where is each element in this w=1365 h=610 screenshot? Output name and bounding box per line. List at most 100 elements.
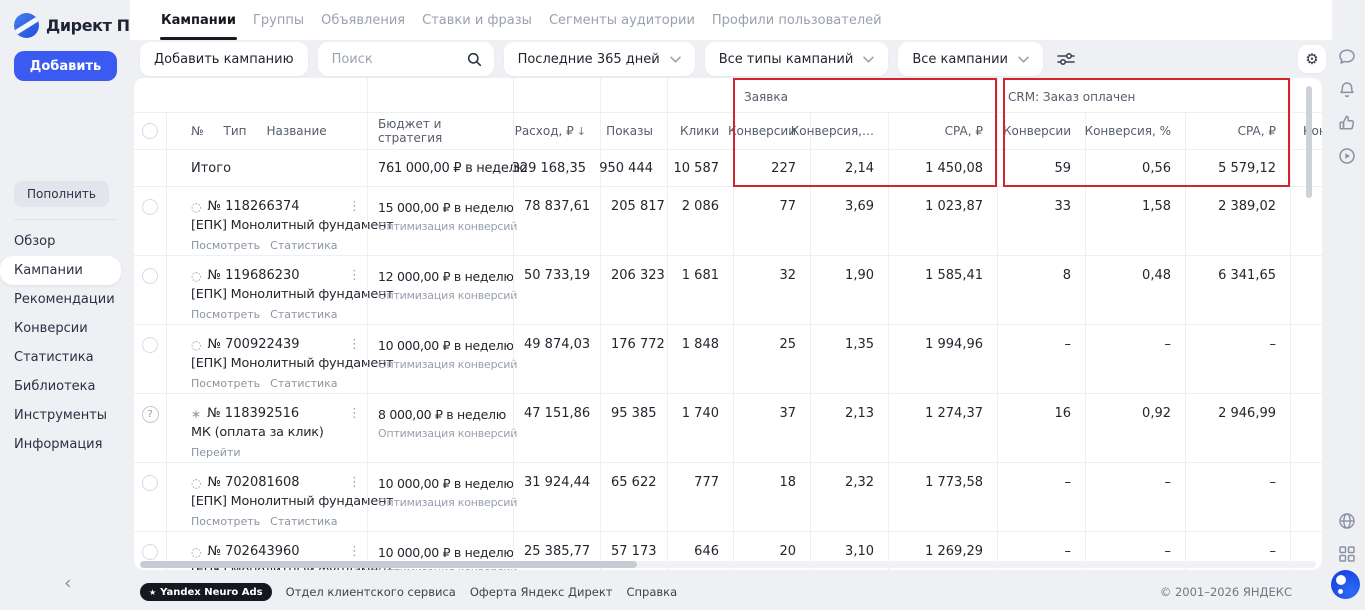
thumbs-up-icon[interactable] <box>1337 112 1358 133</box>
cell-convpct1: 2,32 <box>810 463 888 531</box>
row-checkbox[interactable] <box>142 337 158 353</box>
cell-cpa1: 1 773,58 <box>888 463 997 531</box>
sidebar-item[interactable]: Кампании <box>0 256 121 285</box>
cell-cpa1: 1 274,37 <box>888 394 997 462</box>
services-grid-icon[interactable] <box>1337 543 1358 564</box>
row-menu-icon[interactable] <box>348 337 361 352</box>
col-header-cpa1[interactable]: CPA, ₽ <box>888 113 997 149</box>
filter-dropdown[interactable]: Все типы кампаний <box>704 42 889 76</box>
video-play-icon[interactable] <box>1337 145 1358 166</box>
totals-spend: 329 168,35 <box>512 150 600 186</box>
sidebar-item[interactable]: Обзор <box>0 227 121 256</box>
search-input[interactable] <box>331 51 450 67</box>
row-link[interactable]: Посмотреть <box>191 308 260 321</box>
footer-link[interactable]: Отдел клиентского сервиса <box>286 585 456 599</box>
row-menu-icon[interactable] <box>348 406 361 421</box>
row-link[interactable]: Перейти <box>191 446 241 459</box>
globe-icon[interactable] <box>1337 510 1358 531</box>
row-menu-icon[interactable] <box>348 268 361 283</box>
row-checkbox[interactable] <box>142 475 158 491</box>
topup-button[interactable]: Пополнить <box>14 181 109 207</box>
add-button[interactable]: Добавить <box>14 51 117 81</box>
sidebar-item[interactable]: Конверсии <box>0 314 121 343</box>
row-checkbox[interactable] <box>142 268 158 284</box>
sidebar-item[interactable]: Инструменты <box>0 401 121 430</box>
totals-label: Итого <box>166 150 367 186</box>
table-row: ◌ № 119686230 [ЕПК] Монолитный фундамент… <box>134 256 1322 325</box>
footer-link[interactable]: Оферта Яндекс Директ <box>470 585 613 599</box>
tab[interactable]: Группы <box>253 13 304 28</box>
horizontal-scrollbar-thumb[interactable] <box>140 561 637 568</box>
column-group-zayavka: Заявка <box>733 78 810 112</box>
cell-conv2: 33 <box>997 187 1085 255</box>
cell-clicks: 1 681 <box>667 256 733 324</box>
row-link[interactable]: Посмотреть <box>191 515 260 528</box>
campaign-status-icon: ◌ <box>191 337 202 352</box>
table-row: ◌ № 118266374 [ЕПК] Монолитный фундамент… <box>134 187 1322 256</box>
footer-link[interactable]: Справка <box>626 585 677 599</box>
row-link[interactable]: Статистика <box>270 377 337 390</box>
sidebar-item[interactable]: Библиотека <box>0 372 121 401</box>
campaign-number: № 119686230 <box>207 268 300 283</box>
campaign-number: № 118392516 <box>207 406 300 421</box>
search-box[interactable] <box>317 42 494 76</box>
table-settings-button[interactable] <box>1298 45 1326 73</box>
row-checkbox[interactable] <box>142 199 158 215</box>
col-header-shows[interactable]: Показы <box>600 113 667 149</box>
campaign-strategy: Оптимизация конверсий <box>378 289 518 302</box>
campaign-name: [ЕПК] Монолитный фундамент <box>191 356 394 371</box>
row-link[interactable]: Посмотреть <box>191 239 260 252</box>
row-menu-icon[interactable] <box>348 475 361 490</box>
cell-conv1: 77 <box>733 187 810 255</box>
sidebar-nav: Обзор Кампании Рекомендации Конверсии Ст… <box>0 227 130 459</box>
assistant-bubble-button[interactable] <box>1331 570 1360 599</box>
col-header-spend[interactable]: Расход, ₽ <box>513 113 600 149</box>
neuro-ads-badge[interactable]: ★ Yandex Neuro Ads <box>140 583 272 601</box>
col-header-convpct2[interactable]: Конверсия, % <box>1085 113 1185 149</box>
filter-dropdown[interactable]: Последние 365 дней <box>503 42 695 76</box>
column-group-crm: CRM: Заказ оплачен <box>997 78 1135 112</box>
horizontal-scrollbar[interactable] <box>140 561 1316 568</box>
row-menu-icon[interactable] <box>348 199 361 214</box>
cell-cpa2: 6 341,65 <box>1185 256 1290 324</box>
sidebar-item[interactable]: Статистика <box>0 343 121 372</box>
cell-shows: 95 385 <box>600 394 667 462</box>
tab[interactable]: Профили пользователей <box>712 13 882 28</box>
sidebar-item[interactable]: Информация <box>0 430 121 459</box>
campaign-number: № 702643960 <box>207 544 300 559</box>
filter-dropdown[interactable]: Все кампании <box>898 42 1043 76</box>
tab[interactable]: Ставки и фразы <box>422 13 532 28</box>
cell-shows: 176 772 <box>600 325 667 393</box>
collapse-sidebar-icon[interactable] <box>64 574 72 593</box>
columns-filter-icon[interactable] <box>1053 51 1079 67</box>
select-all-checkbox[interactable] <box>142 123 158 139</box>
campaign-status-icon: ∗ <box>191 406 202 421</box>
totals-conv2: 59 <box>997 150 1085 186</box>
totals-shows: 950 444 <box>599 150 667 186</box>
row-link[interactable]: Статистика <box>270 308 337 321</box>
row-menu-icon[interactable] <box>348 544 361 559</box>
tab[interactable]: Объявления <box>321 13 405 28</box>
col-header-conv2[interactable]: Конверсии <box>997 113 1085 149</box>
col-header-cpa2[interactable]: CPA, ₽ <box>1185 113 1290 149</box>
cell-cpa2: 2 389,02 <box>1185 187 1290 255</box>
row-checkbox[interactable] <box>142 544 158 560</box>
sidebar-item[interactable]: Рекомендации <box>0 285 121 314</box>
tab[interactable]: Сегменты аудитории <box>549 13 695 28</box>
cell-convpct2: 1,58 <box>1085 187 1185 255</box>
add-campaign-button[interactable]: Добавить кампанию <box>140 42 308 76</box>
search-icon <box>467 52 482 67</box>
col-header-clicks[interactable]: Клики <box>667 113 733 149</box>
row-link[interactable]: Статистика <box>270 515 337 528</box>
cell-cpa2: – <box>1185 463 1290 531</box>
notifications-bell-icon[interactable] <box>1337 79 1358 100</box>
help-icon[interactable] <box>141 406 159 423</box>
row-link[interactable]: Посмотреть <box>191 377 260 390</box>
col-header-convpct1[interactable]: Конверсия,… <box>791 113 888 149</box>
tab[interactable]: Кампании <box>160 13 237 40</box>
campaign-strategy: Оптимизация конверсий <box>378 358 518 371</box>
chat-icon[interactable] <box>1337 46 1358 67</box>
row-link[interactable]: Статистика <box>270 239 337 252</box>
vertical-scrollbar-thumb[interactable] <box>1306 86 1312 198</box>
campaign-number: № 118266374 <box>207 199 300 214</box>
